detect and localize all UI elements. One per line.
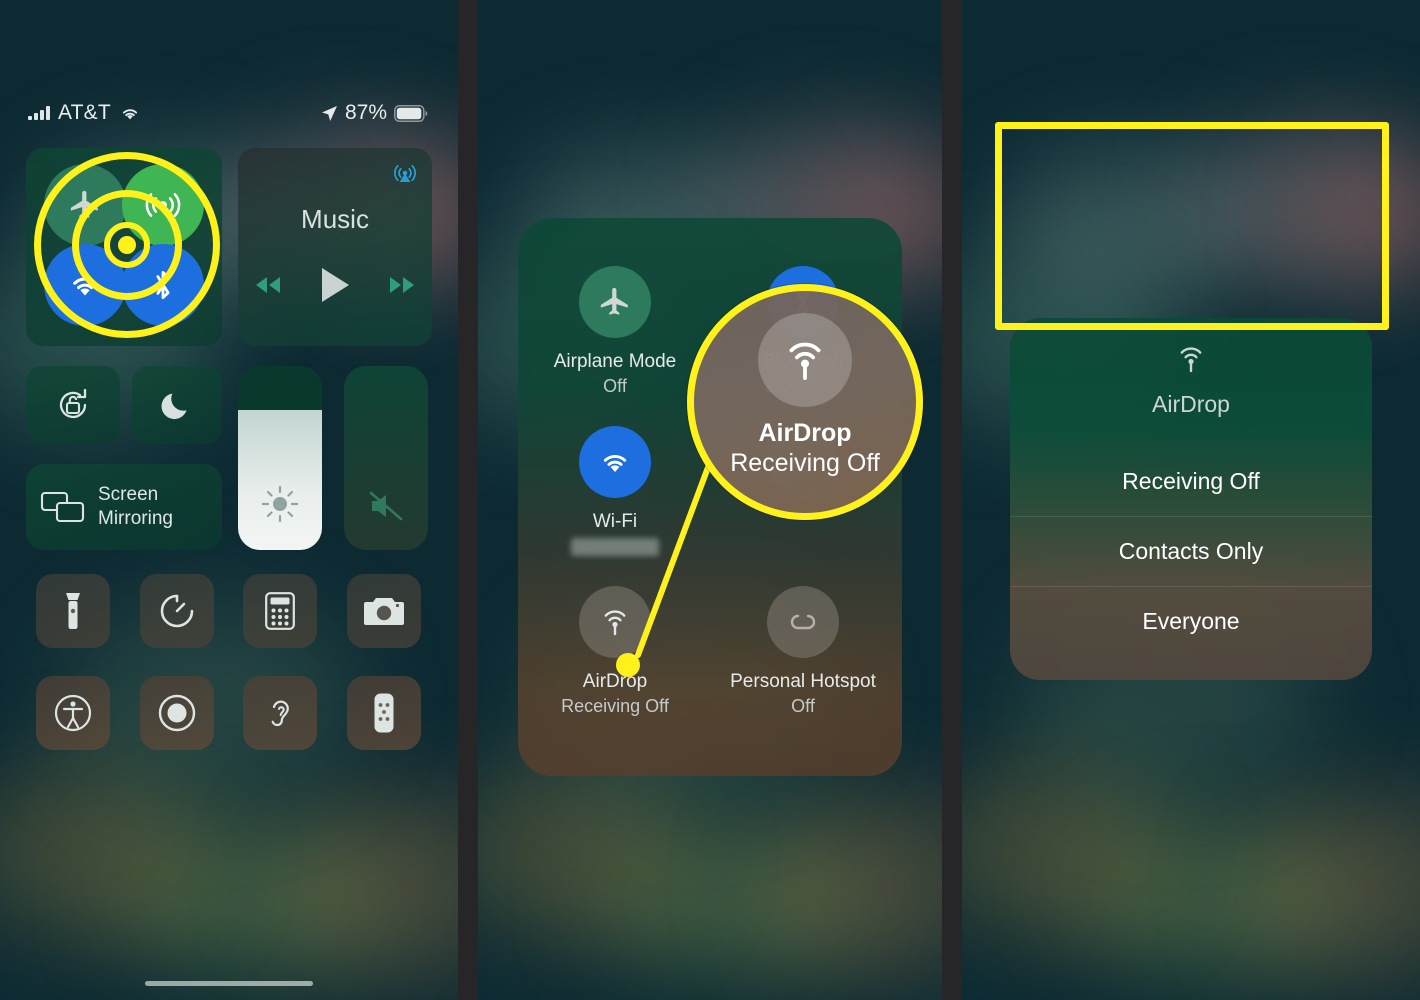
music-widget[interactable]: Music: [238, 148, 432, 346]
control-status: Off: [791, 696, 815, 716]
remote-icon: [373, 692, 395, 734]
panel-divider: [942, 0, 962, 1000]
airplay-audio-icon[interactable]: [392, 160, 418, 186]
wifi-icon: [119, 105, 141, 121]
home-indicator: [145, 981, 313, 986]
volume-slider[interactable]: [344, 366, 428, 550]
play-button[interactable]: [318, 266, 352, 304]
calculator-tile[interactable]: [243, 574, 317, 648]
cellular-data-toggle[interactable]: [122, 164, 204, 246]
battery-percent-label: 87%: [344, 101, 387, 124]
calculator-icon: [265, 592, 295, 630]
moon-icon: [159, 387, 195, 423]
control-name: AirDrop: [582, 671, 648, 692]
status-bar: AT&T 87%: [0, 96, 458, 130]
cellular-bars-icon: [28, 106, 50, 120]
airdrop-option-contacts-only[interactable]: Contacts Only: [1010, 516, 1372, 586]
airdrop-icon: [1171, 339, 1211, 379]
location-arrow-icon: [321, 105, 338, 122]
callout-title: AirDrop: [758, 419, 852, 447]
rotation-lock-icon: [52, 384, 94, 426]
screenshot-stage: AT&T 87% Music Screen Mirroring Airplane…: [0, 0, 1420, 1000]
accessibility-icon: [53, 693, 93, 733]
camera-icon: [362, 594, 406, 628]
rotation-lock-tile[interactable]: [26, 366, 120, 444]
airdrop-icon: [758, 313, 852, 407]
airplane-mode-toggle[interactable]: [44, 164, 126, 246]
airdrop-magnified-callout: AirDrop Receiving Off: [687, 284, 923, 520]
apple-tv-remote-tile[interactable]: [347, 676, 421, 750]
ear-icon: [265, 693, 295, 733]
music-title: Music: [301, 204, 369, 234]
control-name: Personal Hotspot: [730, 671, 876, 692]
fast-forward-button[interactable]: [386, 274, 418, 296]
airdrop-option-receiving-off[interactable]: Receiving Off: [1010, 446, 1372, 516]
rewind-button[interactable]: [252, 274, 284, 296]
screen-mirroring-label: Screen Mirroring: [98, 484, 173, 529]
battery-icon: [394, 104, 428, 122]
screen-mirroring-tile[interactable]: Screen Mirroring: [26, 464, 222, 550]
screen-mirroring-icon: [40, 488, 86, 526]
airdrop-option-sheet: AirDrop Receiving Off Contacts Only Ever…: [1010, 318, 1372, 680]
do-not-disturb-tile[interactable]: [132, 366, 222, 444]
panel-control-center: AT&T 87% Music Screen Mirroring: [0, 0, 458, 1000]
hearing-tile[interactable]: [243, 676, 317, 750]
speaker-muted-icon: [366, 488, 406, 524]
control-status: Receiving Off: [561, 696, 669, 716]
callout-anchor-dot: [616, 653, 640, 677]
flashlight-icon: [62, 591, 84, 631]
airplane-icon: [579, 266, 651, 338]
accessibility-tile[interactable]: [36, 676, 110, 750]
camera-tile[interactable]: [347, 574, 421, 648]
control-name: Airplane Mode: [553, 351, 677, 372]
panel-airdrop-options: AirDrop Receiving Off Contacts Only Ever…: [962, 0, 1420, 1000]
screen-record-tile[interactable]: [140, 676, 214, 750]
control-status: Off: [603, 376, 627, 396]
airdrop-sheet-title: AirDrop: [1152, 390, 1230, 417]
bluetooth-toggle[interactable]: [122, 244, 204, 326]
timer-icon: [157, 591, 197, 631]
record-icon: [157, 693, 197, 733]
wifi-toggle[interactable]: [44, 244, 126, 326]
airplane-mode-control[interactable]: Airplane Mode Off: [528, 266, 702, 398]
callout-leader-line: [635, 459, 713, 658]
carrier-label: AT&T: [58, 101, 111, 124]
timer-tile[interactable]: [140, 574, 214, 648]
sun-icon: [260, 484, 300, 524]
personal-hotspot-control[interactable]: Personal Hotspot Off: [716, 586, 890, 718]
panel-expanded-connectivity: Airplane Mode Off Bluetooth 2 Devices Wi…: [478, 0, 942, 1000]
airdrop-sheet-header: AirDrop: [1010, 318, 1372, 438]
personal-hotspot-icon: [767, 586, 839, 658]
connectivity-module[interactable]: [26, 148, 222, 346]
airdrop-option-everyone[interactable]: Everyone: [1010, 586, 1372, 656]
callout-subtitle: Receiving Off: [730, 449, 880, 477]
panel-divider: [458, 0, 478, 1000]
brightness-slider[interactable]: [238, 366, 322, 550]
flashlight-tile[interactable]: [36, 574, 110, 648]
